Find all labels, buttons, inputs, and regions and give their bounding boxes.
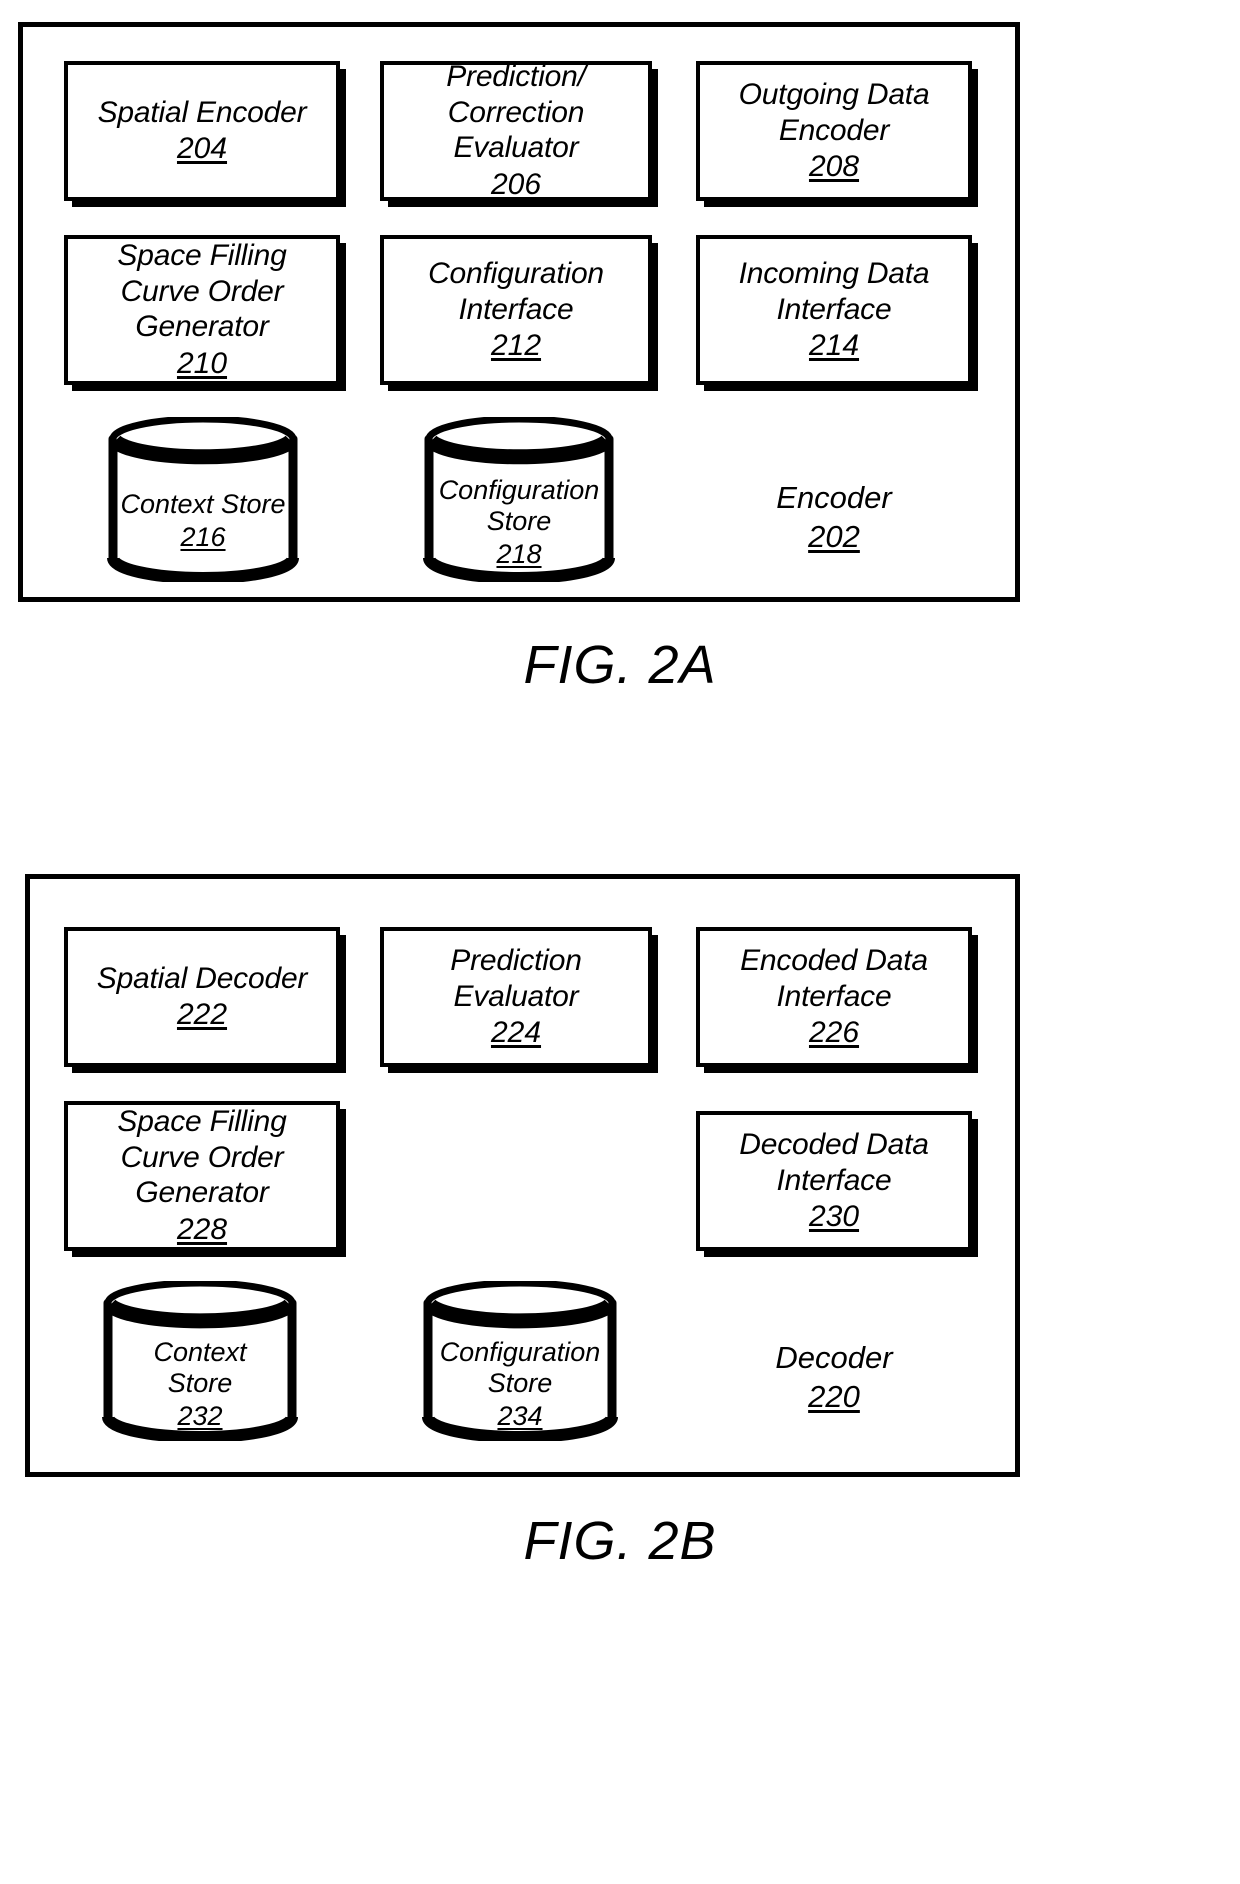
figure-2a-caption: FIG. 2A <box>523 635 717 695</box>
component-box-configuration-interface[interactable]: Configuration Interface 212 <box>380 235 652 385</box>
figure-title-label: Decoder <box>775 1340 893 1375</box>
component-box-decoded-data-interface[interactable]: Decoded Data Interface 230 <box>696 1111 972 1251</box>
component-label: Spatial Encoder <box>97 95 307 129</box>
component-reference-numeral: 214 <box>808 328 860 362</box>
figure-2b-title: Decoder 220 <box>696 1339 972 1415</box>
component-label: Spatial Decoder <box>96 961 308 995</box>
data-store-text: Context Store 232 <box>102 1337 298 1432</box>
figure-2b-frame: Spatial Decoder 222 Prediction Evaluator… <box>25 874 1020 1477</box>
figure-title-reference-numeral: 202 <box>808 519 860 555</box>
data-store-context-store[interactable]: Context Store 216 <box>107 417 299 582</box>
figure-2b-caption: FIG. 2B <box>523 1511 717 1571</box>
component-reference-numeral: 212 <box>490 328 542 362</box>
data-store-reference-numeral: 216 <box>180 522 226 553</box>
component-label: Encoded Data Interface <box>740 944 928 1013</box>
component-box-content: Spatial Encoder 204 <box>68 95 336 167</box>
component-box-prediction-correction-evaluator[interactable]: Prediction/ Correction Evaluator 206 <box>380 59 652 202</box>
component-box-content: Decoded Data Interface 230 <box>700 1127 968 1235</box>
data-store-configuration-store[interactable]: Configuration Store 218 <box>423 417 615 582</box>
component-box-space-filling-curve-order-generator[interactable]: Space Filling Curve Order Generator 210 <box>64 235 340 385</box>
component-box-space-filling-curve-order-generator[interactable]: Space Filling Curve Order Generator 228 <box>64 1101 340 1251</box>
component-label: Space Filling Curve Order Generator <box>117 239 287 344</box>
figure-title-label: Encoder <box>776 480 892 515</box>
component-label: Prediction Evaluator <box>450 944 582 1013</box>
data-store-configuration-store[interactable]: Configuration Store 234 <box>422 1281 618 1441</box>
data-store-text: Context Store 216 <box>107 489 299 553</box>
component-reference-numeral: 210 <box>176 346 228 380</box>
figure-2a-title: Encoder 202 <box>696 479 972 555</box>
component-reference-numeral: 208 <box>808 149 860 183</box>
data-store-reference-numeral: 218 <box>496 539 542 570</box>
component-label: Space Filling Curve Order Generator <box>117 1105 287 1210</box>
patent-drawing-sheet: Spatial Encoder 204 Prediction/ Correcti… <box>0 0 1240 1884</box>
component-label: Decoded Data Interface <box>739 1128 929 1197</box>
data-store-reference-numeral: 232 <box>177 1401 223 1432</box>
data-store-label: Configuration Store <box>439 1337 601 1399</box>
component-box-content: Configuration Interface 212 <box>384 256 648 364</box>
data-store-reference-numeral: 234 <box>497 1401 543 1432</box>
component-box-content: Prediction Evaluator 224 <box>384 943 648 1051</box>
component-box-content: Space Filling Curve Order Generator 228 <box>68 1104 336 1247</box>
data-store-context-store[interactable]: Context Store 232 <box>102 1281 298 1441</box>
component-reference-numeral: 226 <box>808 1015 860 1049</box>
data-store-label: Context Store <box>120 489 286 519</box>
component-box-content: Prediction/ Correction Evaluator 206 <box>384 59 648 202</box>
component-label: Outgoing Data Encoder <box>738 78 930 147</box>
component-reference-numeral: 224 <box>490 1015 542 1049</box>
component-box-incoming-data-interface[interactable]: Incoming Data Interface 214 <box>696 235 972 385</box>
data-store-text: Configuration Store 218 <box>423 475 615 570</box>
component-box-content: Spatial Decoder 222 <box>68 961 336 1033</box>
component-box-prediction-evaluator[interactable]: Prediction Evaluator 224 <box>380 927 652 1067</box>
data-store-label: Configuration Store <box>438 475 600 537</box>
component-box-content: Outgoing Data Encoder 208 <box>700 77 968 185</box>
figure-title-reference-numeral: 220 <box>808 1379 860 1415</box>
component-reference-numeral: 230 <box>808 1199 860 1233</box>
component-reference-numeral: 228 <box>176 1212 228 1246</box>
component-box-content: Incoming Data Interface 214 <box>700 256 968 364</box>
component-label: Incoming Data Interface <box>738 257 930 326</box>
component-reference-numeral: 204 <box>176 132 228 166</box>
data-store-text: Configuration Store 234 <box>422 1337 618 1432</box>
component-box-outgoing-data-encoder[interactable]: Outgoing Data Encoder 208 <box>696 61 972 201</box>
component-label: Configuration Interface <box>428 257 604 326</box>
component-box-content: Space Filling Curve Order Generator 210 <box>68 238 336 381</box>
component-box-spatial-decoder[interactable]: Spatial Decoder 222 <box>64 927 340 1067</box>
component-reference-numeral: 206 <box>490 167 542 201</box>
data-store-label: Context Store <box>153 1337 247 1399</box>
component-reference-numeral: 222 <box>176 998 228 1032</box>
component-box-encoded-data-interface[interactable]: Encoded Data Interface 226 <box>696 927 972 1067</box>
component-box-spatial-encoder[interactable]: Spatial Encoder 204 <box>64 61 340 201</box>
component-box-content: Encoded Data Interface 226 <box>700 943 968 1051</box>
component-label: Prediction/ Correction Evaluator <box>446 60 586 165</box>
figure-2a-frame: Spatial Encoder 204 Prediction/ Correcti… <box>18 22 1020 602</box>
